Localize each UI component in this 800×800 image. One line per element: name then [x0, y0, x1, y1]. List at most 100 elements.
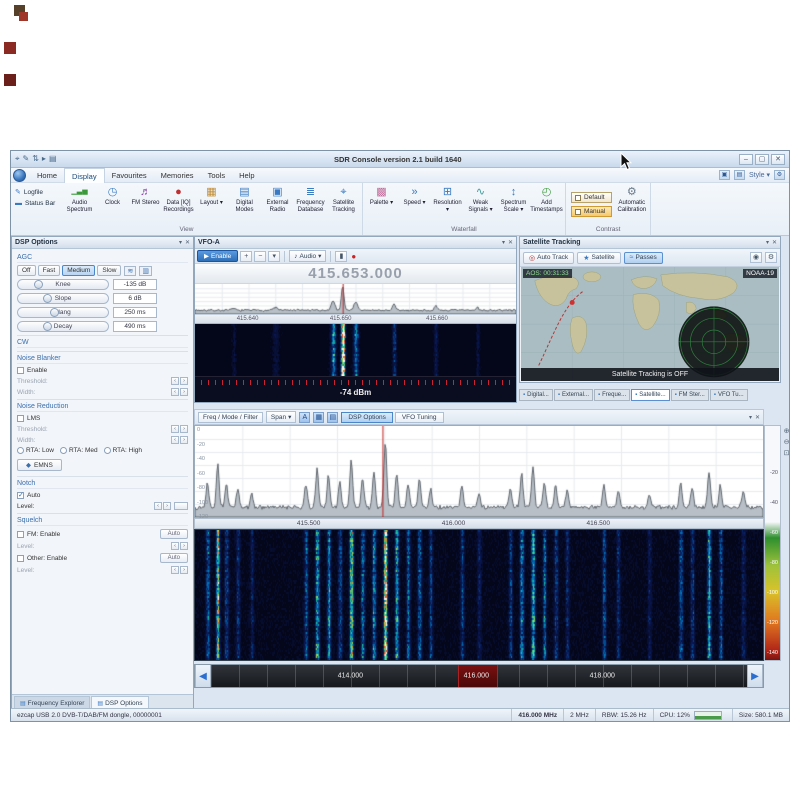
maximize-button[interactable]: ▢	[755, 154, 769, 165]
spin-up-button[interactable]: ›	[180, 436, 188, 444]
radio-button[interactable]	[60, 447, 67, 454]
spin-up-button[interactable]: ›	[180, 542, 188, 550]
ribbon-item-clock[interactable]: ◷Clock	[96, 184, 129, 225]
ribbon-item-audio-spectrum[interactable]: ▁▃▅Audio Spectrum	[63, 184, 96, 225]
squelch-other-enable-row[interactable]: Other: Enable Auto	[17, 553, 188, 563]
zoom-out-button[interactable]: −	[254, 251, 266, 262]
agc-mode-fast[interactable]: Fast	[38, 265, 61, 276]
freq-mode-filter-button[interactable]: Freq / Mode / Filter	[198, 412, 263, 423]
panel-close-icon[interactable]: ✕	[772, 239, 777, 246]
slider-knob[interactable]	[34, 280, 43, 289]
main-frequency-axis[interactable]: 415.500416.000416.500	[194, 518, 764, 529]
ribbon-item-data-iq-recordings[interactable]: ●Data [IQ] Recordings	[162, 184, 195, 225]
main-spectrum-display[interactable]: 0-20-40-60-80-100-120	[194, 425, 764, 518]
level-value-box[interactable]	[174, 502, 188, 510]
agc-mode-off[interactable]: Off	[17, 265, 36, 276]
layout-small-icon[interactable]: ▣	[719, 170, 730, 180]
squelch-fm-auto-button[interactable]: Auto	[160, 529, 188, 539]
reset-icon[interactable]: ⊡	[784, 449, 790, 457]
panel-menu-icon[interactable]: ▾	[179, 239, 182, 246]
ribbon-item-fm-stereo[interactable]: ♬FM Stereo	[129, 184, 162, 225]
style-menu[interactable]: Style ▾	[749, 171, 770, 179]
toolbar-tab-dsp-options[interactable]: DSP Options	[341, 412, 392, 423]
vfo-a-icon[interactable]: A	[299, 412, 310, 423]
notch-auto-row[interactable]: Auto	[17, 492, 188, 499]
hang-slider[interactable]: Hang	[17, 307, 109, 318]
emns-button[interactable]: ◆ EMNS	[17, 459, 62, 471]
vfo-spectrum-display[interactable]	[195, 284, 516, 314]
manual-button[interactable]: Manual	[571, 206, 612, 217]
dock-tab-fm-ster[interactable]: ▪FM Ster...	[671, 389, 709, 401]
vfo-waterfall-display[interactable]	[195, 324, 516, 376]
slider-knob[interactable]	[43, 322, 52, 331]
main-waterfall-canvas[interactable]	[195, 530, 763, 660]
panel-menu-icon[interactable]: ▾	[766, 239, 769, 246]
dock-tab-vfo-tu[interactable]: ▪VFO Tu...	[710, 389, 748, 401]
squelch-other-auto-button[interactable]: Auto	[160, 553, 188, 563]
decay-slider[interactable]: Decay	[17, 321, 109, 332]
nav-right-arrow[interactable]: ▶	[747, 665, 763, 687]
zoom-in-icon[interactable]: ⊕	[784, 427, 790, 435]
ribbon-item-layout[interactable]: ▦Layout ▾	[195, 184, 228, 225]
play-icon[interactable]: ▸	[42, 154, 46, 164]
noise-reduction-lms-row[interactable]: LMS	[17, 415, 188, 422]
ribbon-item-frequency-database[interactable]: ≣Frequency Database	[294, 184, 327, 225]
squelch-fm-enable-row[interactable]: FM: Enable Auto	[17, 529, 188, 539]
spin-up-button[interactable]: ›	[180, 566, 188, 574]
menu-tab-memories[interactable]: Memories	[154, 168, 201, 183]
panel-menu-icon[interactable]: ▾	[502, 239, 505, 246]
mute-button[interactable]: ▮	[335, 251, 347, 262]
spin-up-button[interactable]: ›	[180, 388, 188, 396]
menu-tab-favourites[interactable]: Favourites	[105, 168, 154, 183]
ribbon-item-automatic-calibration[interactable]: ⚙Automatic Calibration	[615, 184, 648, 225]
vfo-frequency-readout[interactable]: 415.653.000	[195, 264, 516, 284]
dock-tab-freque[interactable]: ▪Freque...	[594, 389, 630, 401]
ribbon-item-resolution[interactable]: ⊞Resolution ▾	[431, 184, 464, 225]
satellite-button[interactable]: ★Satellite	[577, 252, 620, 264]
slope-slider[interactable]: Slope	[17, 293, 109, 304]
ribbon-item-digital-modes[interactable]: ▤Digital Modes	[228, 184, 261, 225]
panel-close-icon[interactable]: ✕	[755, 414, 760, 421]
noise-blanker-enable-row[interactable]: Enable	[17, 367, 188, 374]
record-icon[interactable]: ●	[351, 252, 356, 261]
ribbon-toggle-logfile[interactable]: ✎Logfile	[15, 188, 61, 196]
rows-icon[interactable]: ▤	[327, 412, 338, 423]
checkbox-checked[interactable]	[17, 492, 24, 499]
spin-down-button[interactable]: ‹	[171, 425, 179, 433]
dock-tab-satellite[interactable]: ▪Satellite...	[631, 389, 670, 401]
minimize-button[interactable]: –	[739, 154, 753, 165]
nav-frequency-strip[interactable]: 414.000416.000418.000	[211, 665, 747, 687]
zoom-in-button[interactable]: +	[240, 251, 252, 262]
ribbon-item-weak-signals[interactable]: ∿Weak Signals ▾	[464, 184, 497, 225]
panel-close-icon[interactable]: ✕	[185, 239, 190, 246]
panels-small-icon[interactable]: ▤	[734, 170, 745, 180]
list-icon[interactable]: ▤	[49, 154, 57, 164]
toolbar-tab-vfo-tuning[interactable]: VFO Tuning	[395, 412, 444, 423]
gear-icon[interactable]: ⚙	[765, 252, 777, 263]
spin-down-button[interactable]: ‹	[171, 388, 179, 396]
spin-down-button[interactable]: ‹	[171, 542, 179, 550]
auto-track-button[interactable]: ◎Auto Track	[523, 252, 574, 264]
vfo-enable-button[interactable]: ▶ Enable	[197, 250, 238, 262]
agc-mode-medium[interactable]: Medium	[62, 265, 95, 276]
menu-tab-display[interactable]: Display	[64, 168, 105, 183]
nav-left-arrow[interactable]: ◀	[195, 665, 211, 687]
audio-button[interactable]: ♪ Audio ▾	[289, 250, 326, 262]
ribbon-item-external-radio[interactable]: ▣External Radio	[261, 184, 294, 225]
spin-down-button[interactable]: ‹	[171, 436, 179, 444]
spin-down-button[interactable]: ‹	[171, 377, 179, 385]
satellite-map[interactable]: AOS: 00:31:33 NOAA-19 Satellite Tracking…	[521, 267, 779, 381]
rta-option-rta-med[interactable]: RTA: Med	[60, 447, 98, 454]
close-button[interactable]: ✕	[771, 154, 785, 165]
rta-option-rta-high[interactable]: RTA: High	[104, 447, 142, 454]
ribbon-item-speed[interactable]: »Speed ▾	[398, 184, 431, 225]
menu-tab-tools[interactable]: Tools	[201, 168, 233, 183]
ribbon-item-add-timestamps[interactable]: ◴Add Timestamps	[530, 184, 563, 225]
ribbon-item-satellite-tracking[interactable]: ⌖Satellite Tracking	[327, 184, 360, 225]
dock-tab-digital[interactable]: ▪Digital...	[519, 389, 553, 401]
spin-down-button[interactable]: ‹	[154, 502, 162, 510]
checkbox[interactable]	[17, 531, 24, 538]
agc-monitor-icon[interactable]: ▥	[139, 266, 152, 276]
default-button[interactable]: Default	[571, 192, 612, 203]
edit-icon[interactable]: ✎	[23, 154, 30, 164]
